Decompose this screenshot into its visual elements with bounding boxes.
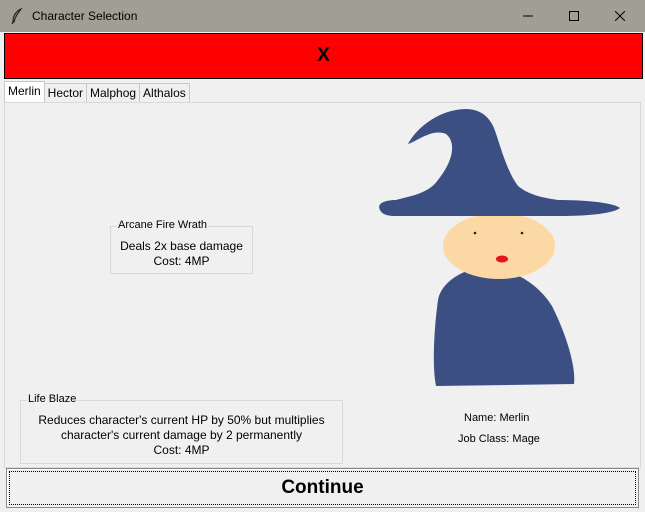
ability-arcane-fire-wrath: Arcane Fire Wrath Deals 2x base damage C… — [110, 219, 253, 274]
wizard-eye-right — [520, 231, 524, 235]
minimize-icon — [523, 15, 533, 17]
title-bar: Character Selection — [0, 0, 645, 32]
maximize-button[interactable] — [551, 0, 597, 32]
ability-description: Deals 2x base damage — [120, 239, 243, 253]
wizard-eye-left — [473, 231, 477, 235]
wizard-mouth — [496, 255, 508, 263]
window-title: Character Selection — [32, 9, 138, 23]
feather-icon — [11, 8, 23, 24]
ability-cost: Cost: 4MP — [153, 254, 210, 268]
continue-button[interactable]: Continue — [6, 468, 639, 508]
ability-title: Life Blaze — [27, 393, 78, 405]
ability-cost: Cost: 4MP — [153, 443, 210, 457]
wizard-hat — [379, 108, 620, 216]
wizard-robe — [433, 268, 575, 386]
close-red-button[interactable]: X — [4, 33, 643, 79]
ability-description-line1: Reduces character's current HP by 50% bu… — [38, 413, 325, 427]
wizard-portrait — [379, 108, 620, 386]
character-job-class: Job Class: Mage — [458, 433, 540, 445]
maximize-icon — [569, 11, 579, 21]
ability-title: Arcane Fire Wrath — [117, 219, 209, 231]
tab-hector[interactable]: Hector — [43, 83, 88, 102]
wizard-face — [443, 213, 555, 279]
close-window-button[interactable] — [597, 0, 643, 32]
character-name: Name: Merlin — [464, 412, 530, 424]
tab-althalos[interactable]: Althalos — [139, 83, 190, 102]
ability-life-blaze: Life Blaze Reduces character's current H… — [20, 393, 343, 464]
character-tabs: Merlin Hector Malphog Althalos — [4, 81, 190, 102]
minimize-button[interactable] — [505, 0, 551, 32]
ability-description-line2: character's current damage by 2 permanen… — [60, 428, 303, 442]
tab-merlin[interactable]: Merlin — [4, 81, 45, 102]
tab-malphog[interactable]: Malphog — [86, 83, 141, 102]
close-icon — [615, 11, 625, 21]
